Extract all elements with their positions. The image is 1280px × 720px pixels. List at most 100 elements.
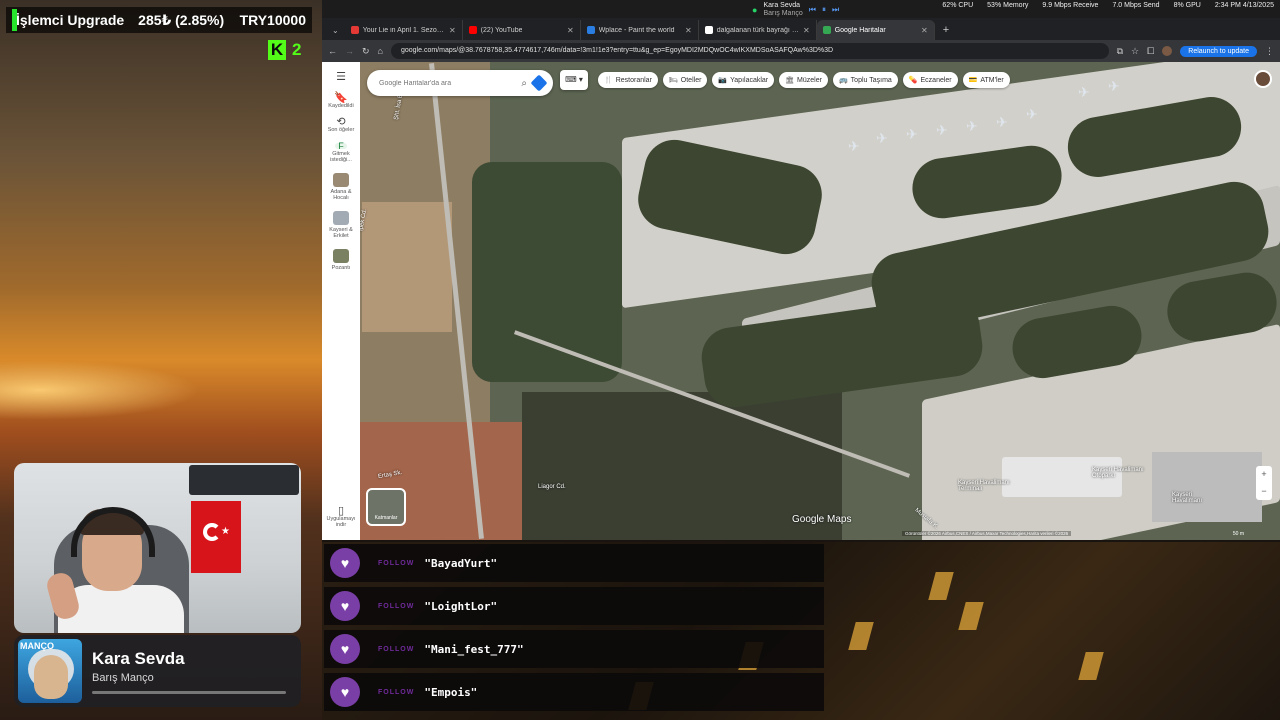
place-label-terminal[interactable]: Kayseri Havalimanı Terminali bbox=[958, 480, 1028, 492]
url-field[interactable]: google.com/maps/@38.7678758,35.4774617,7… bbox=[390, 43, 1109, 59]
aircraft-1: ✈ bbox=[848, 138, 860, 154]
stream-scene: İşlemci Upgrade 285₺ (2.85%) TRY10000 K … bbox=[0, 0, 1280, 720]
grass-island-7 bbox=[697, 292, 987, 412]
browser-tab[interactable]: Google Haritalar ✕ bbox=[816, 20, 935, 40]
home-icon[interactable]: ⌂ bbox=[378, 46, 383, 56]
category-chip[interactable]: 🏛 Müzeler bbox=[779, 72, 828, 88]
forward-icon[interactable]: → bbox=[345, 46, 354, 56]
place-label-parking[interactable]: Kayseri Havalimanı Otoparkı bbox=[1092, 467, 1162, 479]
search-icon[interactable]: ⌕ bbox=[521, 78, 527, 89]
browser-tab[interactable]: (22) YouTube ✕ bbox=[463, 20, 581, 40]
download-app-item[interactable]: ▯ Uygulamayı indir bbox=[324, 506, 358, 529]
category-chip-label: Eczaneler bbox=[920, 76, 952, 84]
category-chip-icon: 💳 bbox=[968, 77, 978, 84]
browser-tab[interactable]: Your Lie in April 1. Sezon 8. Bölü ✕ bbox=[345, 20, 463, 40]
google-maps-logo: Google Maps bbox=[792, 514, 852, 525]
tab-favicon-icon bbox=[822, 26, 831, 34]
kick-logo-icon: K bbox=[268, 40, 286, 60]
sidebar-item[interactable]: Pozantı bbox=[324, 249, 358, 271]
sidebar-item-thumbnail bbox=[333, 211, 349, 225]
sidebar-item[interactable]: ⟲ Son öğeler bbox=[324, 116, 358, 134]
heart-icon: ♥ bbox=[330, 591, 360, 621]
browser-tab[interactable]: Wplace - Paint the world ✕ bbox=[581, 20, 699, 40]
tab-search-icon[interactable]: ⌄ bbox=[326, 26, 345, 40]
tab-close-icon[interactable]: ✕ bbox=[803, 26, 810, 35]
memory-label: Memory bbox=[1003, 2, 1029, 9]
category-chip[interactable]: 🚌 Toplu Taşıma bbox=[832, 72, 898, 88]
layers-toggle-button[interactable]: Katmanlar bbox=[366, 488, 406, 526]
relaunch-button[interactable]: Relaunch to update bbox=[1180, 45, 1257, 57]
place-label-airport[interactable]: Kayseri Havalimanı bbox=[1172, 492, 1222, 504]
tab-title: Wplace - Paint the world bbox=[598, 26, 675, 34]
profile-avatar[interactable] bbox=[1162, 46, 1173, 56]
sidebar-item[interactable]: Adana & Hocalı bbox=[324, 173, 358, 201]
account-avatar[interactable] bbox=[1254, 70, 1272, 88]
bg-window-light bbox=[928, 572, 954, 600]
parking-lot bbox=[1152, 452, 1262, 522]
category-chip[interactable]: 💳 ATM'ler bbox=[962, 72, 1010, 88]
goal-target: TRY10000 bbox=[239, 12, 306, 28]
zoom-in-icon[interactable]: + bbox=[1256, 466, 1272, 483]
reload-icon[interactable]: ↻ bbox=[362, 46, 370, 57]
tab-close-icon[interactable]: ✕ bbox=[685, 26, 692, 35]
maps-search-box[interactable]: ⌕ bbox=[367, 70, 553, 96]
sidebar-item-icon: ⟲ bbox=[336, 116, 346, 128]
category-chip[interactable]: 💊 Eczaneler bbox=[902, 72, 958, 88]
next-track-icon[interactable]: ⏭ bbox=[832, 5, 839, 15]
map-canvas[interactable]: ✈ ✈ ✈ ✈ ✈ ✈ ✈ ✈ ✈ Şht. İsa Bil. Ipek Cd.… bbox=[322, 62, 1280, 540]
sidebar-item-label: Gitmek istediği... bbox=[330, 151, 352, 163]
browser-tab[interactable]: dalgalanan türk bayrağı - Goog ✕ bbox=[699, 20, 817, 40]
zoom-out-icon[interactable]: − bbox=[1256, 483, 1272, 500]
song-progress-bar bbox=[92, 691, 286, 694]
memory-value: 53% bbox=[987, 2, 1002, 9]
directions-icon[interactable] bbox=[530, 74, 548, 92]
sidebar-item-thumbnail bbox=[333, 249, 349, 263]
album-art: MANÇO bbox=[18, 639, 82, 703]
kick-counter: K 2 bbox=[268, 40, 301, 60]
hamburger-menu-icon[interactable]: ☰ bbox=[336, 70, 346, 83]
tab-close-icon[interactable]: ✕ bbox=[449, 26, 456, 35]
aircraft-6: ✈ bbox=[996, 114, 1008, 130]
follow-keyword: FOLLOW bbox=[378, 559, 415, 567]
menu-icon[interactable]: ⋮ bbox=[1265, 46, 1274, 57]
category-chip[interactable]: 🛏 Oteller bbox=[662, 72, 708, 88]
bookmark-star-icon[interactable]: ☆ bbox=[1131, 46, 1139, 57]
aircraft-4: ✈ bbox=[936, 122, 948, 138]
follower-name: "BayadYurt" bbox=[424, 556, 498, 570]
receive-value: 9.9 Mbps bbox=[1042, 2, 1072, 9]
orchard-area bbox=[472, 162, 622, 382]
system-taskbar: ● Kara Sevda Barış Manço ⏮ ⏸ ⏭ 62% CPU 53… bbox=[322, 0, 1280, 18]
back-icon[interactable]: ← bbox=[328, 46, 337, 56]
install-icon[interactable]: ⧉ bbox=[1117, 46, 1123, 57]
category-chip-label: Oteller bbox=[680, 76, 702, 84]
gpu-value: 8% bbox=[1173, 2, 1184, 9]
pause-icon[interactable]: ⏸ bbox=[822, 5, 826, 15]
maps-sidebar: ☰ 🔖 Kaydedildi ⟲ Son öğeler F Gitmek istediği… bbox=[322, 62, 360, 540]
follow-alert: ♥ FOLLOW "BayadYurt" bbox=[324, 544, 824, 582]
tab-favicon-icon bbox=[468, 26, 477, 34]
category-chip[interactable]: 🍴 Restoranlar bbox=[598, 72, 658, 88]
category-chip-label: Restoranlar bbox=[615, 76, 652, 84]
goal-label: İşlemci Upgrade bbox=[16, 12, 125, 28]
follow-keyword: FOLLOW bbox=[378, 602, 415, 610]
donation-goal-bar: İşlemci Upgrade 285₺ (2.85%) TRY10000 bbox=[6, 7, 312, 33]
category-chip-icon: 🛏 bbox=[668, 77, 678, 84]
extensions-icon[interactable]: ⧠ bbox=[1147, 46, 1154, 57]
send-value: 7.0 Mbps bbox=[1112, 2, 1142, 9]
tab-close-icon[interactable]: ✕ bbox=[921, 26, 928, 35]
category-chip[interactable]: 📷 Yapılacaklar bbox=[712, 72, 775, 88]
maps-search-input[interactable] bbox=[379, 79, 516, 87]
category-chip-icon: 💊 bbox=[908, 77, 918, 84]
keyboard-toggle-button[interactable]: ⌨ ▾ bbox=[560, 70, 588, 90]
sidebar-item[interactable]: 🔖 Kaydedildi bbox=[324, 93, 358, 110]
media-title: Kara Sevda bbox=[763, 2, 801, 9]
sidebar-item[interactable]: F Gitmek istediği... bbox=[324, 142, 358, 164]
sidebar-item[interactable]: Kayseri & Erkilet bbox=[324, 211, 358, 239]
aircraft-5: ✈ bbox=[966, 118, 978, 134]
clock-time: 2:34 PM bbox=[1214, 2, 1241, 9]
aircraft-3: ✈ bbox=[906, 126, 918, 142]
tab-close-icon[interactable]: ✕ bbox=[567, 26, 574, 35]
previous-track-icon[interactable]: ⏮ bbox=[809, 5, 816, 15]
new-tab-icon[interactable]: + bbox=[935, 24, 957, 40]
sidebar-item-label: Son öğeler bbox=[327, 127, 355, 133]
